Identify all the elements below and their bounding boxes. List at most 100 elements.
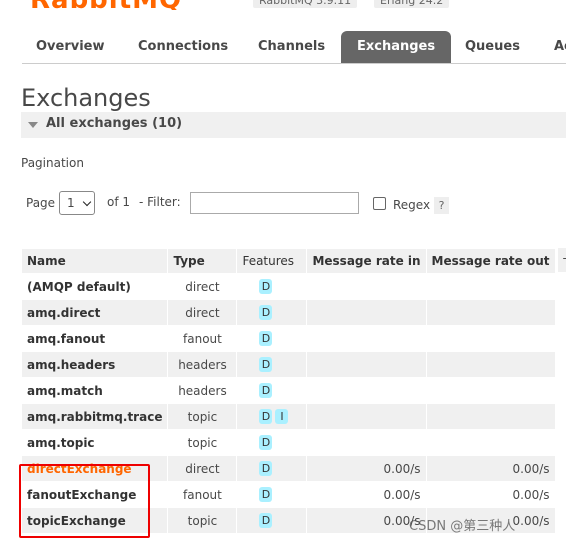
rate-in-cell (306, 351, 427, 378)
page-count: of 1 (107, 195, 131, 209)
durable-badge: D (259, 383, 273, 398)
rate-in-cell (306, 325, 427, 352)
header-rate-in: Message rate in (306, 248, 427, 274)
help-button[interactable]: ? (434, 197, 449, 214)
table-row[interactable]: fanoutExchange fanout D 0.00/s 0.00/s (20, 481, 556, 508)
chevron-down-icon (82, 197, 92, 207)
exchange-type: fanout (167, 481, 238, 508)
rate-out-cell: 0.00/s (425, 481, 556, 508)
exchange-type: headers (167, 351, 238, 378)
rate-out-cell (425, 351, 556, 378)
rate-out-cell (425, 403, 556, 430)
durable-badge: D (259, 409, 273, 424)
exchanges-table: Name Type Features Message rate in Messa… (20, 248, 556, 534)
features-cell: DI (236, 403, 308, 430)
features-cell: D (236, 377, 308, 404)
features-cell: D (236, 299, 308, 326)
exchange-type: topic (167, 429, 238, 456)
rate-in-cell (306, 273, 427, 300)
exchange-name-link[interactable]: amq.direct (20, 299, 169, 326)
exchange-type: direct (167, 299, 238, 326)
version-badge: RabbitMQ 3.9.11 (253, 0, 358, 8)
table-row[interactable]: amq.topic topic D (20, 429, 556, 456)
durable-badge: D (259, 331, 273, 346)
table-row[interactable]: amq.match headers D (20, 377, 556, 404)
rate-out-cell (425, 377, 556, 404)
all-exchanges-section-header[interactable]: All exchanges (10) (21, 112, 566, 138)
rate-out-cell (425, 325, 556, 352)
page-select[interactable]: 1 (59, 191, 95, 215)
tab-channels[interactable]: Channels (258, 31, 325, 63)
section-title: All exchanges (10) (46, 116, 183, 131)
features-cell: D (236, 325, 308, 352)
page-title: Exchanges (21, 84, 151, 112)
regex-checkbox[interactable] (373, 197, 386, 210)
features-cell: D (236, 455, 308, 482)
table-row[interactable]: amq.headers headers D (20, 351, 556, 378)
exchange-name-link[interactable]: directExchange (20, 455, 169, 482)
tab-admin[interactable]: Ac (554, 31, 566, 63)
rate-out-cell (425, 299, 556, 326)
csdn-watermark: CSDN @第三种人 (409, 519, 516, 534)
internal-badge: I (275, 409, 289, 424)
tab-connections[interactable]: Connections (138, 31, 228, 63)
columns-toggle-button[interactable]: +/- (558, 248, 566, 272)
page-label: Page (26, 196, 56, 210)
tab-overview[interactable]: Overview (36, 31, 105, 63)
pagination-bar: Page 1 of 1 - Filter: Regex ? (21, 180, 566, 226)
features-cell: D (236, 351, 308, 378)
durable-badge: D (259, 487, 273, 502)
header-features: Features (236, 248, 308, 274)
exchange-name-link[interactable]: (AMQP default) (20, 273, 169, 300)
features-cell: D (236, 507, 308, 534)
header-rate-out: Message rate out (425, 248, 556, 274)
exchange-name-link[interactable]: amq.match (20, 377, 169, 404)
durable-badge: D (259, 357, 273, 372)
exchange-type: direct (167, 273, 238, 300)
filter-label: - Filter: (139, 195, 181, 209)
exchange-name-link[interactable]: amq.rabbitmq.trace (20, 403, 169, 430)
table-row[interactable]: (AMQP default) direct D (20, 273, 556, 300)
rate-out-cell (425, 273, 556, 300)
rate-in-cell (306, 299, 427, 326)
exchange-name-link[interactable]: amq.headers (20, 351, 169, 378)
rate-in-cell: 0.00/s (306, 455, 427, 482)
features-cell: D (236, 481, 308, 508)
durable-badge: D (259, 305, 273, 320)
exchange-name-link[interactable]: amq.fanout (20, 325, 169, 352)
durable-badge: D (259, 513, 273, 528)
exchange-name-link[interactable]: fanoutExchange (20, 481, 169, 508)
rate-out-cell: 0.00/s (425, 455, 556, 482)
regex-label: Regex (393, 198, 431, 212)
durable-badge: D (259, 461, 273, 476)
erlang-badge: Erlang 24.2 (374, 0, 450, 8)
durable-badge: D (259, 435, 273, 450)
tab-exchanges[interactable]: Exchanges (341, 31, 452, 63)
pagination-label: Pagination (21, 156, 84, 170)
table-row[interactable]: amq.rabbitmq.trace topic D I (20, 403, 556, 430)
table-header-row: Name Type Features Message rate in Messa… (20, 248, 556, 274)
exchange-type: topic (167, 403, 238, 430)
table-row[interactable]: amq.direct direct D (20, 299, 556, 326)
header-name[interactable]: Name (20, 248, 169, 274)
nav-tabs: Overview Connections Channels Exchanges … (22, 31, 566, 64)
tab-queues[interactable]: Queues (465, 31, 520, 63)
rate-out-cell (425, 429, 556, 456)
header-type[interactable]: Type (167, 248, 238, 274)
table-row[interactable]: amq.fanout fanout D (20, 325, 556, 352)
exchange-type: topic (167, 507, 238, 534)
table-row[interactable]: directExchange direct D 0.00/s 0.00/s (20, 455, 556, 482)
exchange-name-link[interactable]: amq.topic (20, 429, 169, 456)
rabbitmq-logo: RabbitMQ (30, 0, 182, 10)
features-cell: D (236, 429, 308, 456)
durable-badge: D (259, 279, 273, 294)
filter-input[interactable] (190, 192, 359, 214)
rate-in-cell (306, 403, 427, 430)
page-select-value: 1 (67, 196, 75, 210)
exchange-name-link[interactable]: topicExchange (20, 507, 169, 534)
exchange-type: direct (167, 455, 238, 482)
features-cell: D (236, 273, 308, 300)
collapse-triangle-icon[interactable] (28, 122, 38, 128)
exchange-type: headers (167, 377, 238, 404)
top-header: RabbitMQ RabbitMQ 3.9.11 Erlang 24.2 (0, 0, 566, 10)
